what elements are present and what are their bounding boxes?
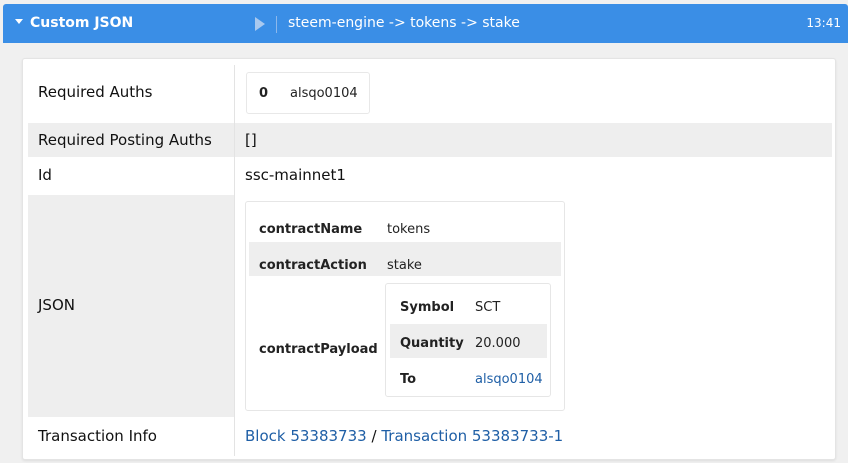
transaction-info-value: Block 53383733 / Transaction 53383733-1 — [245, 427, 563, 445]
row-json: JSON contractName tokens contractAction … — [28, 195, 832, 417]
operation-path: steem-engine -> tokens -> stake — [288, 15, 520, 31]
payload-table: Symbol SCT Quantity 20.000 To alsqo0104 — [385, 283, 551, 397]
contract-payload-key: contractPayload — [259, 342, 378, 357]
caret-down-icon[interactable] — [15, 19, 23, 24]
id-value: ssc-mainnet1 — [245, 166, 346, 184]
json-value-cell: contractName tokens contractAction stake… — [234, 195, 832, 417]
required-auths-label: Required Auths — [38, 83, 153, 101]
payload-to-key: To — [400, 372, 417, 387]
header-divider — [276, 16, 277, 33]
operation-time: 13:41 — [806, 16, 841, 30]
row-required-posting-auths: Required Posting Auths [] — [28, 123, 832, 157]
row-required-auths: Required Auths 0 alsqo0104 — [28, 65, 832, 122]
required-auths-account: alsqo0104 — [290, 86, 358, 101]
payload-symbol-key: Symbol — [400, 300, 455, 315]
required-posting-auths-label: Required Posting Auths — [38, 131, 212, 149]
payload-quantity-key: Quantity — [400, 336, 464, 351]
transaction-info-label: Transaction Info — [38, 427, 157, 445]
operation-title: Custom JSON — [30, 15, 134, 31]
row-transaction-info: Transaction Info Block 53383733 / Transa… — [28, 418, 832, 456]
block-link[interactable]: Block 53383733 — [245, 427, 367, 445]
column-divider — [234, 65, 235, 456]
contract-action-key: contractAction — [259, 258, 367, 273]
contract-name-value: tokens — [387, 222, 431, 237]
payload-to-account-link[interactable]: alsqo0104 — [475, 372, 543, 387]
contract-action-value: stake — [387, 258, 422, 273]
transaction-link[interactable]: Transaction 53383733-1 — [381, 427, 563, 445]
json-label: JSON — [38, 296, 75, 314]
payload-symbol-value: SCT — [475, 300, 501, 315]
play-icon[interactable] — [255, 17, 265, 31]
payload-quantity-value: 20.000 — [475, 336, 521, 351]
required-auths-table: 0 alsqo0104 — [246, 72, 370, 114]
required-posting-auths-value: [] — [245, 131, 257, 149]
contract-name-key: contractName — [259, 222, 363, 237]
id-label: Id — [38, 166, 52, 184]
transaction-separator: / — [371, 427, 377, 445]
row-id: Id ssc-mainnet1 — [28, 158, 832, 193]
operation-header[interactable]: Custom JSON steem-engine -> tokens -> st… — [3, 4, 848, 43]
operation-details-panel: Required Auths 0 alsqo0104 Required Post… — [22, 58, 836, 460]
required-auths-index: 0 — [259, 86, 269, 101]
json-table: contractName tokens contractAction stake… — [245, 201, 565, 411]
